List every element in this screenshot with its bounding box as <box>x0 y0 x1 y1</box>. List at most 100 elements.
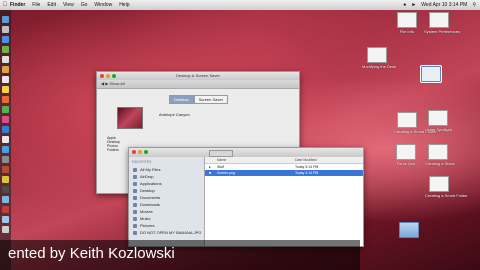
prefs-tab-bar: Desktop Screen Saver <box>169 95 228 104</box>
dock-itunes-icon[interactable] <box>2 136 9 143</box>
dock-maps-icon[interactable] <box>2 106 9 113</box>
document-icon <box>397 12 417 28</box>
sidebar-item-desktop[interactable]: Desktop <box>129 187 204 194</box>
dock-system-preferences-icon[interactable] <box>2 156 9 163</box>
tab-desktop[interactable]: Desktop <box>169 95 194 104</box>
music-icon <box>133 216 137 221</box>
dock-app-icon[interactable] <box>2 196 9 203</box>
dock-reminders-icon[interactable] <box>2 96 9 103</box>
menu-edit[interactable]: Edit <box>47 2 56 8</box>
wifi-icon[interactable]: ● <box>403 2 406 8</box>
dock-notes-icon[interactable] <box>2 86 9 93</box>
desktop-icon-creating-smart-folder-2[interactable]: Creating a Smart Folder <box>425 176 468 198</box>
column-date-header[interactable]: Date Modified <box>295 158 317 162</box>
menu-clock[interactable]: Wed Apr 10 3:14 PM <box>421 2 467 8</box>
zoom-icon[interactable] <box>144 150 148 154</box>
sidebar-item-documents[interactable]: Documents <box>129 194 204 201</box>
dock-contacts-icon[interactable] <box>2 66 9 73</box>
spotlight-search-icon[interactable]: ⚲ <box>472 2 476 8</box>
document-icon <box>428 110 448 126</box>
menu-help[interactable]: Help <box>119 2 129 8</box>
wallpaper-name: Antelope Canyon <box>159 112 190 117</box>
desktop-icon-using-spotlight[interactable]: Using Spotlight <box>425 110 452 132</box>
menu-file[interactable]: File <box>32 2 40 8</box>
view-mode-buttons[interactable] <box>209 150 233 157</box>
dock-terminal-icon[interactable] <box>2 186 9 193</box>
dock-facetime-icon[interactable] <box>2 126 9 133</box>
document-icon <box>429 176 449 192</box>
dock-safari-icon[interactable] <box>2 36 9 43</box>
window-title: Desktop & Screen Saver <box>176 73 220 78</box>
desktop-icon-file-info[interactable]: File Info <box>395 12 419 34</box>
folder-icon <box>133 230 137 235</box>
sidebar-item-all-my-files[interactable]: All My Files <box>129 166 204 173</box>
video-caption-bar: ented by Keith Kozlowski <box>0 240 360 270</box>
movies-icon <box>133 209 137 214</box>
desktop-icon-modifying-the-desk[interactable]: Modifying the Desk <box>362 47 396 69</box>
documents-icon <box>133 195 137 200</box>
desktop-icon-folder-selected[interactable] <box>420 65 442 83</box>
close-icon[interactable] <box>132 150 136 154</box>
dock <box>0 10 11 270</box>
applications-icon <box>133 181 137 186</box>
dock-app-icon[interactable] <box>2 206 9 213</box>
caption-text: ented by Keith Kozlowski <box>8 245 175 262</box>
minimize-icon[interactable] <box>106 74 110 78</box>
folder-icon <box>420 65 442 83</box>
desktop-icon-creating-smart-folder[interactable]: Creating a Smart Folder <box>394 112 437 134</box>
desktop-icon-folder[interactable] <box>398 222 420 238</box>
desktop-icon-system-preferences[interactable]: System Preferences <box>424 12 460 34</box>
dock-app-icon[interactable] <box>2 176 9 183</box>
dock-messages-icon[interactable] <box>2 46 9 53</box>
sidebar-item-movies[interactable]: Movies <box>129 208 204 215</box>
desktop-icon-force-quit[interactable]: Force Quit <box>394 144 418 166</box>
document-icon <box>367 47 387 63</box>
dock-folder-icon[interactable] <box>2 216 9 223</box>
file-date: Today 3:14 PM <box>295 171 319 175</box>
dock-calendar-icon[interactable] <box>2 76 9 83</box>
window-title-bar[interactable]: Desktop & Screen Saver <box>97 72 299 80</box>
wallpaper-preview <box>117 107 143 129</box>
volume-icon[interactable]: ► <box>411 2 416 8</box>
sidebar-item-pictures[interactable]: Pictures <box>129 222 204 229</box>
dock-mail-icon[interactable] <box>2 56 9 63</box>
close-icon[interactable] <box>100 74 104 78</box>
dock-app-store-icon[interactable] <box>2 146 9 153</box>
dock-trash-icon[interactable] <box>2 226 9 233</box>
dock-finder-icon[interactable] <box>2 16 9 23</box>
sidebar-item-downloads[interactable]: Downloads <box>129 201 204 208</box>
finder-title-bar[interactable] <box>129 148 363 157</box>
files-icon <box>133 167 137 172</box>
document-icon <box>429 12 449 28</box>
prefs-toolbar: ◀ ▶ Show All <box>97 80 299 89</box>
zoom-icon[interactable] <box>112 74 116 78</box>
wallpaper-source-list: Apple Desktop Photos Folders <box>107 136 125 188</box>
source-item-folders[interactable]: Folders <box>107 148 125 152</box>
show-all-button[interactable]: Show All <box>109 81 124 86</box>
finder-window: FAVORITES All My Files AirDrop Applicati… <box>128 147 364 247</box>
document-icon <box>396 144 416 160</box>
file-row-selected[interactable]: ■ Screen.png Today 3:14 PM <box>205 170 363 176</box>
sidebar-item-folder[interactable]: DO NOT OPEN MY BANANA.JPG <box>129 229 204 236</box>
dock-app-icon[interactable] <box>2 166 9 173</box>
forward-arrow-icon[interactable]: ▶ <box>105 81 108 86</box>
column-name-header[interactable]: Name <box>217 158 226 162</box>
downloads-icon <box>133 202 137 207</box>
menu-finder[interactable]: Finder <box>10 2 25 8</box>
sidebar-item-airdrop[interactable]: AirDrop <box>129 173 204 180</box>
minimize-icon[interactable] <box>138 150 142 154</box>
back-arrow-icon[interactable]: ◀ <box>101 81 104 86</box>
menu-window[interactable]: Window <box>94 2 112 8</box>
sidebar-item-applications[interactable]: Applications <box>129 180 204 187</box>
dock-photos-icon[interactable] <box>2 116 9 123</box>
tab-screen-saver[interactable]: Screen Saver <box>193 95 228 104</box>
document-icon <box>428 144 448 160</box>
desktop-icon-creating-stack[interactable]: Creating a Stack <box>425 144 455 166</box>
menu-bar:  Finder File Edit View Go Window Help ●… <box>0 0 480 10</box>
menu-view[interactable]: View <box>63 2 74 8</box>
sidebar-item-music[interactable]: Music <box>129 215 204 222</box>
desktop-icon <box>133 188 137 193</box>
apple-menu-icon[interactable]:  <box>0 2 10 8</box>
dock-launchpad-icon[interactable] <box>2 26 9 33</box>
menu-go[interactable]: Go <box>81 2 88 8</box>
